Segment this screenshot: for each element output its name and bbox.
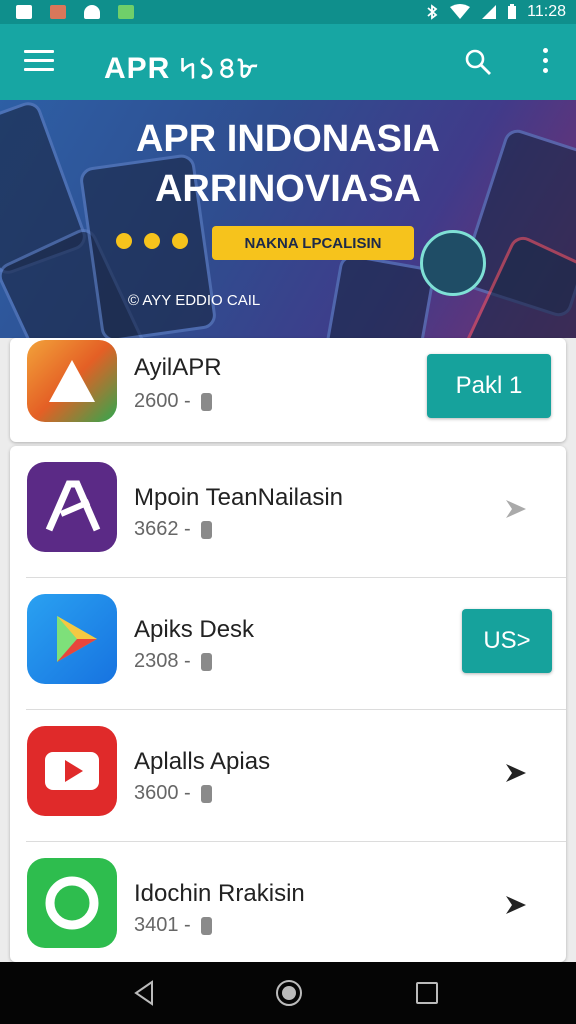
featured-app-card[interactable]: AyilAPR 2600 - Pakl 1 (10, 338, 566, 442)
banner-title-line1: APR INDONASIA (135, 118, 441, 160)
app-icon (27, 340, 117, 422)
app-list-item[interactable]: Apiks Desk 2308 - US> (10, 578, 566, 710)
status-bar: 11:28 (0, 0, 576, 24)
banner-pill[interactable]: NAKNA LPCALISIN (212, 226, 414, 260)
shield-icon (84, 5, 100, 19)
mail-icon (16, 5, 32, 19)
app-meta-value: 2600 - (134, 390, 191, 412)
forward-arrow-icon[interactable] (504, 892, 530, 918)
app-name: Aplalls Apias (134, 748, 271, 775)
info-icon (200, 520, 212, 539)
banner-caption: © AYY EDDIO CAIL (128, 292, 261, 309)
menu-icon[interactable] (24, 50, 54, 74)
app-name: Apiks Desk (134, 616, 255, 643)
app-meta: 3662 - (134, 518, 212, 541)
app-name: Idochin Rrakisin (134, 880, 305, 907)
app-meta: 3401 - (134, 914, 212, 937)
app-meta-value: 3662 - (134, 518, 191, 540)
banner-decoration (116, 233, 188, 249)
search-icon[interactable] (464, 48, 492, 76)
app-icon (27, 594, 117, 684)
battery-icon (508, 4, 517, 19)
banner-title-line2: ARRINOVIASA (154, 168, 422, 210)
app-meta-value: 3600 - (134, 782, 191, 804)
info-icon (200, 392, 212, 411)
app-list-card: Mpoin TeanNailasin 3662 - Apiks Desk 230… (10, 446, 566, 962)
app-title: APR ৸১৪৮ (104, 52, 259, 85)
system-nav-bar (0, 962, 576, 1024)
app-icon (27, 858, 117, 948)
wifi-icon (450, 4, 471, 19)
app-name: AyilAPR (134, 354, 222, 381)
signal-icon (482, 5, 497, 19)
photo-icon (50, 5, 66, 19)
app-action-button[interactable]: US> (462, 609, 552, 673)
home-icon[interactable] (276, 980, 302, 1006)
status-indicators: 11:28 (425, 0, 566, 24)
android-icon (118, 5, 134, 19)
app-list-item[interactable]: Mpoin TeanNailasin 3662 - (10, 446, 566, 578)
app-name: Mpoin TeanNailasin (134, 484, 344, 511)
phone-graphic (319, 252, 437, 338)
promo-banner[interactable]: APR INDONASIA ARRINOVIASA NAKNA LPCALISI… (0, 100, 576, 338)
back-icon[interactable] (132, 980, 156, 1006)
app-list-item[interactable]: Aplalls Apias 3600 - (10, 710, 566, 842)
info-icon (200, 652, 212, 671)
forward-arrow-icon[interactable] (504, 496, 530, 522)
badge-icon (420, 230, 486, 296)
app-meta-value: 3401 - (134, 914, 191, 936)
recents-icon[interactable] (416, 982, 438, 1004)
app-meta: 2308 - (134, 650, 212, 673)
forward-arrow-icon[interactable] (504, 760, 530, 786)
app-list-item[interactable]: Idochin Rrakisin 3401 - (10, 842, 566, 974)
app-meta: 3600 - (134, 782, 212, 805)
app-icon (27, 462, 117, 552)
app-meta-value: 2308 - (134, 650, 191, 672)
app-action-button[interactable]: Pakl 1 (427, 354, 551, 418)
info-icon (200, 916, 212, 935)
status-time: 11:28 (527, 3, 566, 20)
notification-icons (16, 5, 134, 19)
app-icon (27, 726, 117, 816)
app-meta: 2600 - (134, 390, 212, 413)
bluetooth-icon (427, 4, 438, 20)
info-icon (200, 784, 212, 803)
app-bar: APR ৸১৪৮ (0, 24, 576, 100)
more-vert-icon[interactable] (540, 48, 550, 76)
